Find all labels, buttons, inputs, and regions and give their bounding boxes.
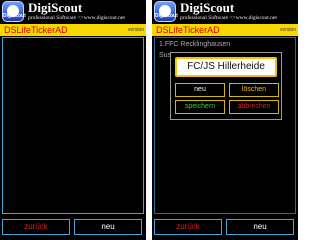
new-button[interactable]: neu [226, 219, 294, 235]
new-button[interactable]: neu [74, 219, 142, 235]
back-button[interactable]: zurück [154, 219, 222, 235]
digiscout-logo-icon: Digiscout [2, 1, 26, 22]
team-name-input[interactable]: FC/JS Hillerheide [175, 57, 277, 77]
app-titlebar: DSLifeTickerAD version [152, 24, 298, 36]
digiscout-logo-icon: Digiscout [154, 1, 178, 22]
app-header: Digiscout DigiScout professional Softwar… [0, 0, 146, 24]
logo-text: Digiscout [3, 13, 26, 19]
version-label: version [279, 27, 296, 33]
app-title: DSLifeTickerAD [4, 25, 68, 35]
team-edit-dialog: FC/JS Hillerheide neu löschen speichern … [170, 52, 282, 120]
app-header: Digiscout DigiScout professional Softwar… [152, 0, 298, 24]
team-list[interactable] [2, 37, 144, 214]
dialog-save-button[interactable]: speichern [175, 100, 225, 114]
brand-tagline: professional Software <>www.digiscout.ne… [180, 15, 277, 21]
dialog-new-button[interactable]: neu [175, 83, 225, 97]
app-titlebar: DSLifeTickerAD version [0, 24, 146, 36]
dialog-delete-button[interactable]: löschen [229, 83, 279, 97]
brand-name: DigiScout [180, 0, 235, 15]
screen-edit-dialog: Digiscout DigiScout professional Softwar… [152, 0, 298, 240]
back-button[interactable]: zurück [2, 219, 70, 235]
brand-tagline: professional Software <>www.digiscout.ne… [28, 15, 125, 21]
dialog-cancel-button[interactable]: abbrechen [229, 100, 279, 114]
logo-text: Digiscout [155, 13, 178, 19]
app-title: DSLifeTickerAD [156, 25, 220, 35]
brand-name: DigiScout [28, 0, 83, 15]
screen-list-empty: Digiscout DigiScout professional Softwar… [0, 0, 146, 240]
version-label: version [127, 27, 144, 33]
